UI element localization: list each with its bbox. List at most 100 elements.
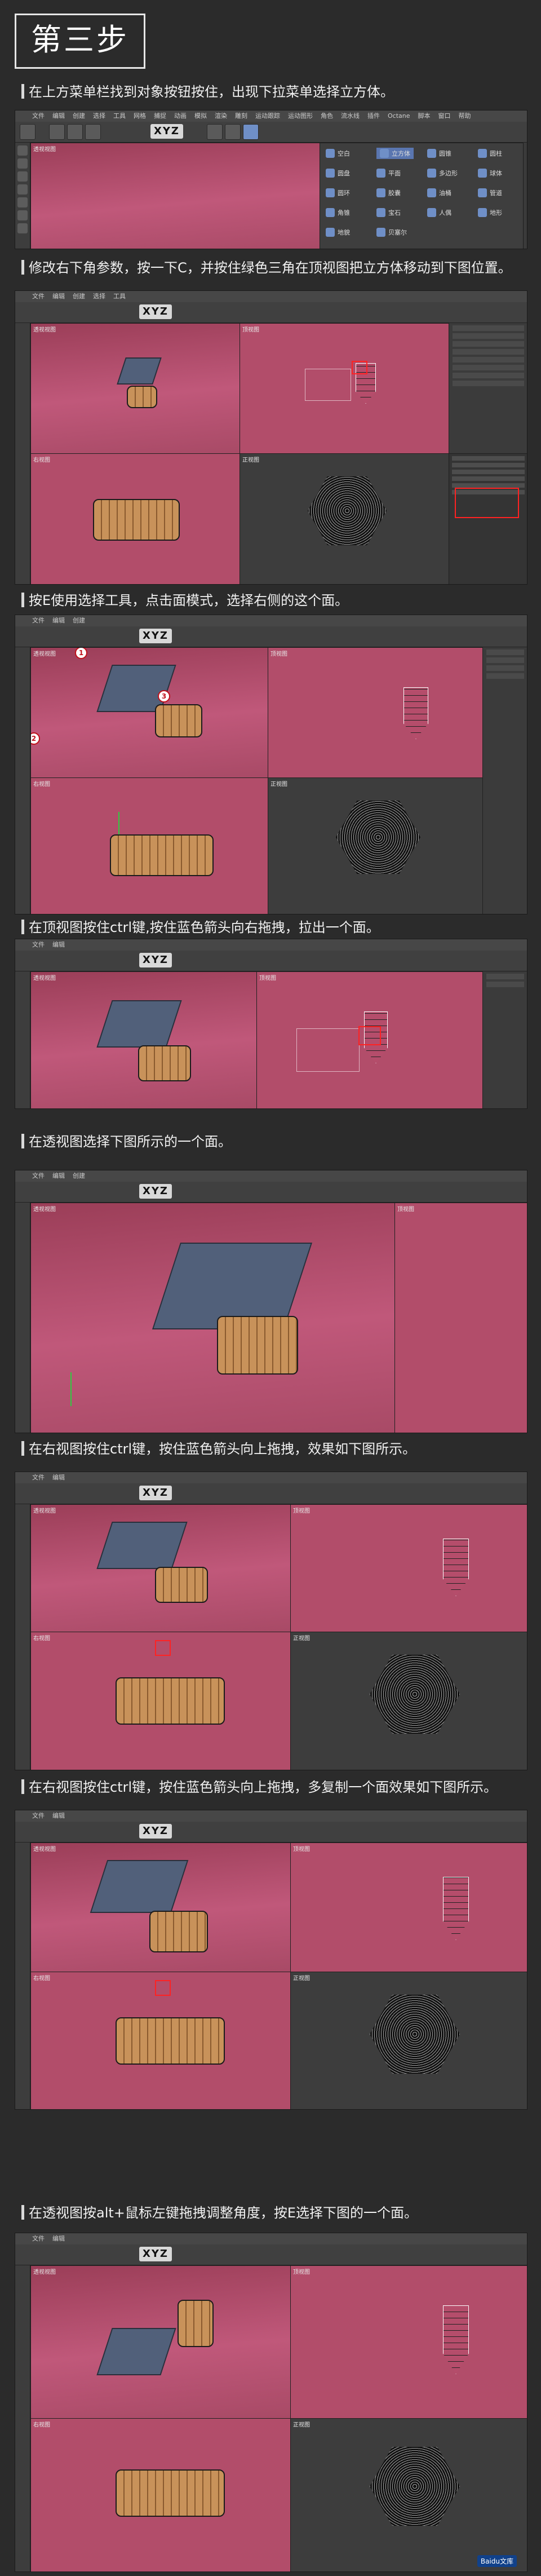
move-icon[interactable] (49, 124, 65, 140)
tool-icon[interactable] (17, 197, 28, 207)
menu-item-figure[interactable]: 人偶 (427, 208, 451, 217)
top-viewport[interactable]: 顶视图 (240, 323, 449, 454)
pencil-side-view[interactable] (116, 1677, 225, 1725)
menu-item[interactable]: 文件 (32, 1474, 45, 1481)
perspective-viewport[interactable]: 透视视图 (30, 971, 257, 1108)
front-viewport[interactable]: 正视图 (290, 1972, 527, 2109)
undo-icon[interactable] (20, 124, 36, 140)
xyz-axis-buttons[interactable]: XYZ (139, 953, 172, 967)
cube-object[interactable] (90, 1860, 189, 1913)
right-viewport[interactable]: 右视图 (30, 453, 240, 584)
pencil-side-view[interactable] (116, 2017, 225, 2065)
menu-item-polygon[interactable]: 多边形 (427, 169, 458, 178)
menu-item[interactable]: 渲染 (215, 112, 227, 120)
menu-item[interactable]: 脚本 (418, 112, 431, 120)
pencil-top-view[interactable] (443, 2305, 469, 2374)
perspective-viewport[interactable]: 透视视图 (30, 1842, 291, 1972)
menu-item[interactable]: 选择 (93, 293, 105, 300)
menu-item-cylinder[interactable]: 圆柱 (478, 149, 502, 158)
pencil-object[interactable] (138, 1045, 191, 1081)
menu-item[interactable]: 编辑 (52, 941, 65, 948)
menu-item[interactable]: 创建 (73, 617, 85, 624)
top-viewport[interactable]: 顶视图 (290, 1842, 527, 1972)
render-settings-icon[interactable] (225, 124, 241, 140)
perspective-viewport[interactable]: 透视视图 (30, 1504, 291, 1632)
tool-icon[interactable] (17, 184, 28, 195)
pencil-object[interactable] (127, 386, 157, 408)
cube-object[interactable] (117, 357, 162, 385)
perspective-viewport[interactable]: 透视视图 1 2 3 (30, 647, 268, 778)
xyz-axis-buttons[interactable]: XYZ (139, 1184, 172, 1199)
menu-item[interactable]: 窗口 (438, 112, 451, 120)
front-viewport[interactable]: 正视图 (240, 453, 449, 584)
menu-item[interactable]: 文件 (32, 941, 45, 948)
pencil-side-view[interactable] (116, 2469, 225, 2517)
pencil-object[interactable] (149, 1911, 208, 1952)
right-viewport[interactable]: 右视图 (30, 777, 268, 914)
menu-item[interactable]: 工具 (113, 112, 126, 120)
top-viewport[interactable]: 顶视图 (268, 647, 483, 778)
perspective-viewport[interactable]: 透视视图 (30, 1203, 395, 1433)
xyz-axis-buttons[interactable]: XYZ (139, 2247, 172, 2261)
tool-icon[interactable] (17, 145, 28, 156)
rotate-icon[interactable] (85, 124, 101, 140)
right-viewport[interactable]: 右视图 (30, 1632, 291, 1770)
menu-item[interactable]: 编辑 (52, 1172, 65, 1179)
tool-icon[interactable] (17, 210, 28, 220)
top-viewport[interactable]: 顶视图 (256, 971, 483, 1108)
menu-item[interactable]: 文件 (32, 2235, 45, 2242)
tool-icon[interactable] (17, 223, 28, 233)
front-viewport[interactable]: 正视图 (290, 1632, 527, 1770)
xyz-axis-buttons[interactable]: XYZ (139, 1486, 172, 1500)
pencil-top-view[interactable] (443, 1539, 469, 1596)
pencil-object[interactable] (155, 1567, 208, 1603)
perspective-viewport[interactable]: 透视视图 (30, 2265, 291, 2419)
menu-item[interactable]: 编辑 (52, 112, 65, 120)
menu-item[interactable]: 编辑 (52, 2235, 65, 2242)
perspective-viewport[interactable]: 透视视图 (30, 143, 347, 249)
pencil-top-view[interactable] (443, 1877, 469, 1940)
pencil-object[interactable] (217, 1316, 298, 1375)
menu-item[interactable]: 编辑 (52, 293, 65, 300)
menu-item-platonic[interactable]: 宝石 (376, 208, 401, 217)
xyz-axis-buttons[interactable]: XYZ (139, 304, 172, 319)
perspective-viewport[interactable]: 透视视图 (30, 323, 240, 454)
menu-item[interactable]: 文件 (32, 1812, 45, 1819)
menu-item[interactable]: 运动图形 (288, 112, 313, 120)
menu-item[interactable]: 角色 (321, 112, 333, 120)
top-viewport[interactable]: 顶视图 (290, 1504, 527, 1632)
menu-item-landscape[interactable]: 地形 (478, 208, 502, 217)
menu-item-pyramid[interactable]: 角锥 (326, 208, 350, 217)
front-viewport[interactable]: 正视图 (290, 2418, 527, 2571)
menu-item[interactable]: 工具 (113, 293, 126, 300)
cube-object[interactable] (96, 1000, 182, 1048)
pencil-side-view[interactable] (93, 499, 180, 541)
tool-icon[interactable] (17, 171, 28, 182)
pencil-top-view[interactable] (403, 687, 428, 739)
menu-item[interactable]: Octane (388, 112, 410, 120)
front-viewport[interactable]: 正视图 (268, 777, 483, 914)
menu-item[interactable]: 网格 (134, 112, 146, 120)
menu-item-tube[interactable]: 管道 (478, 188, 502, 197)
menu-item-capsule[interactable]: 胶囊 (376, 188, 401, 197)
menu-item[interactable]: 编辑 (52, 1474, 65, 1481)
right-viewport[interactable]: 右视图 (30, 1972, 291, 2109)
pencil-side-view[interactable] (110, 834, 214, 876)
menu-item[interactable]: 插件 (367, 112, 380, 120)
render-icon[interactable] (207, 124, 223, 140)
menu-item[interactable]: 文件 (32, 293, 45, 300)
menu-item-disc[interactable]: 圆盘 (326, 169, 350, 178)
cube-object[interactable] (96, 1522, 188, 1569)
menu-item[interactable]: 创建 (73, 1172, 85, 1179)
menu-item[interactable]: 编辑 (52, 617, 65, 624)
tool-icon[interactable] (17, 158, 28, 169)
right-viewport[interactable]: 右视图 (30, 2418, 291, 2571)
menu-item[interactable]: 编辑 (52, 1812, 65, 1819)
top-viewport[interactable]: 顶视图 (394, 1203, 527, 1433)
menu-item[interactable]: 模拟 (194, 112, 207, 120)
xyz-axis-buttons[interactable]: XYZ (139, 629, 172, 643)
menu-item[interactable]: 动画 (174, 112, 187, 120)
menu-item-oiltank[interactable]: 油桶 (427, 188, 451, 197)
pencil-object[interactable] (178, 2300, 214, 2347)
menu-item[interactable]: 创建 (73, 112, 85, 120)
